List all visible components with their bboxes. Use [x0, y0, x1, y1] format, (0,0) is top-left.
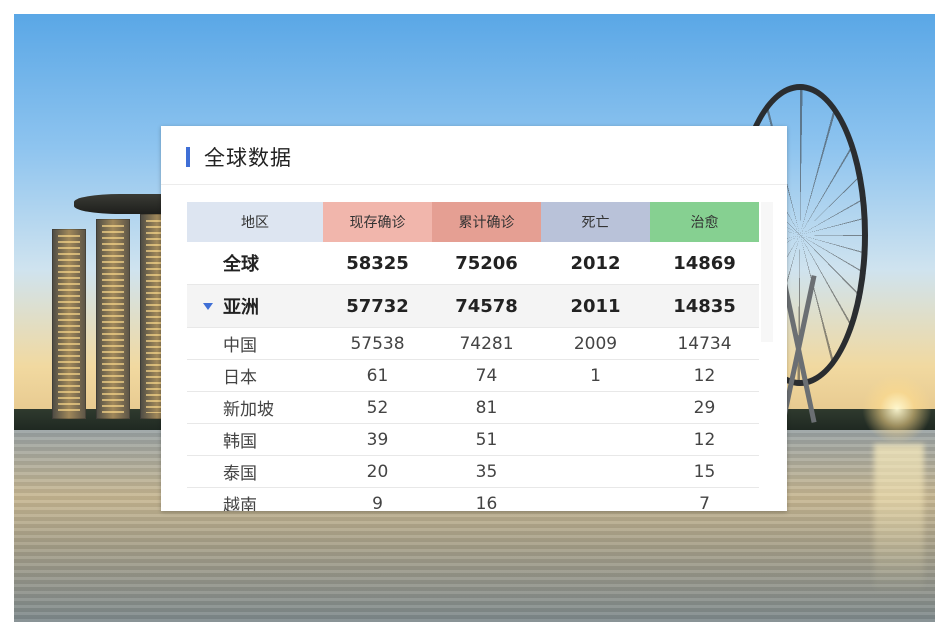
table-row: 韩国 39 51 12	[187, 423, 759, 456]
country-name: 韩国	[187, 423, 323, 456]
cell-total: 74	[432, 359, 541, 392]
header-current-confirmed[interactable]: 现存确诊	[323, 202, 432, 242]
table-row: 日本 61 74 1 12	[187, 359, 759, 392]
cell-recovered: 7	[650, 487, 759, 511]
row-name: 全球	[187, 242, 323, 285]
cell-recovered: 12	[650, 423, 759, 456]
country-name: 越南	[187, 487, 323, 511]
data-table: 地区 现存确诊 累计确诊 死亡 治愈 全球 58325 75206 2012 1…	[187, 202, 759, 511]
cell-recovered: 14734	[650, 327, 759, 360]
cell-deaths: 1	[541, 359, 650, 392]
table-row: 泰国 20 35 15	[187, 455, 759, 488]
cell-total: 51	[432, 423, 541, 456]
region-name[interactable]: 亚洲	[187, 284, 323, 328]
cell-current: 20	[323, 455, 432, 488]
cell-recovered: 12	[650, 359, 759, 392]
cell-deaths	[541, 455, 650, 488]
cell-current: 61	[323, 359, 432, 392]
cell-current: 57732	[323, 284, 432, 328]
cell-total: 75206	[432, 242, 541, 285]
header-deaths[interactable]: 死亡	[541, 202, 650, 242]
cell-total: 74578	[432, 284, 541, 328]
header-recovered[interactable]: 治愈	[650, 202, 759, 242]
cell-current: 9	[323, 487, 432, 511]
panel-title: 全球数据	[204, 146, 292, 170]
cell-deaths: 2012	[541, 242, 650, 285]
cell-recovered: 29	[650, 391, 759, 424]
cell-total: 74281	[432, 327, 541, 360]
table-row: 中国 57538 74281 2009 14734	[187, 327, 759, 360]
region-label: 亚洲	[223, 297, 259, 318]
cell-current: 58325	[323, 242, 432, 285]
country-name: 日本	[187, 359, 323, 392]
table-row: 越南 9 16 7	[187, 487, 759, 511]
cell-total: 16	[432, 487, 541, 511]
global-total-row: 全球 58325 75206 2012 14869	[187, 242, 759, 285]
cell-deaths	[541, 391, 650, 424]
title-accent-bar	[186, 147, 190, 167]
country-name: 泰国	[187, 455, 323, 488]
global-data-panel: 全球数据 地区 现存确诊 累计确诊 死亡 治愈 全球 58325 75206 2…	[161, 126, 787, 511]
water-reflection	[874, 444, 924, 594]
cell-total: 81	[432, 391, 541, 424]
cell-current: 57538	[323, 327, 432, 360]
cell-current: 52	[323, 391, 432, 424]
table-row: 新加坡 52 81 29	[187, 391, 759, 424]
cell-recovered: 14869	[650, 242, 759, 285]
panel-header: 全球数据	[161, 126, 787, 185]
header-region[interactable]: 地区	[187, 202, 323, 242]
cell-recovered: 14835	[650, 284, 759, 328]
cell-deaths	[541, 423, 650, 456]
table-header-row: 地区 现存确诊 累计确诊 死亡 治愈	[187, 202, 759, 242]
cell-deaths	[541, 487, 650, 511]
cell-recovered: 15	[650, 455, 759, 488]
cell-deaths: 2009	[541, 327, 650, 360]
caret-down-icon[interactable]	[203, 302, 213, 310]
cell-deaths: 2011	[541, 284, 650, 328]
header-total-confirmed[interactable]: 累计确诊	[432, 202, 541, 242]
cell-total: 35	[432, 455, 541, 488]
sun-glow	[862, 374, 932, 444]
table-scroll-area[interactable]	[761, 202, 773, 342]
cell-current: 39	[323, 423, 432, 456]
region-row-asia[interactable]: 亚洲 57732 74578 2011 14835	[187, 284, 759, 328]
country-name: 新加坡	[187, 391, 323, 424]
country-name: 中国	[187, 327, 323, 360]
